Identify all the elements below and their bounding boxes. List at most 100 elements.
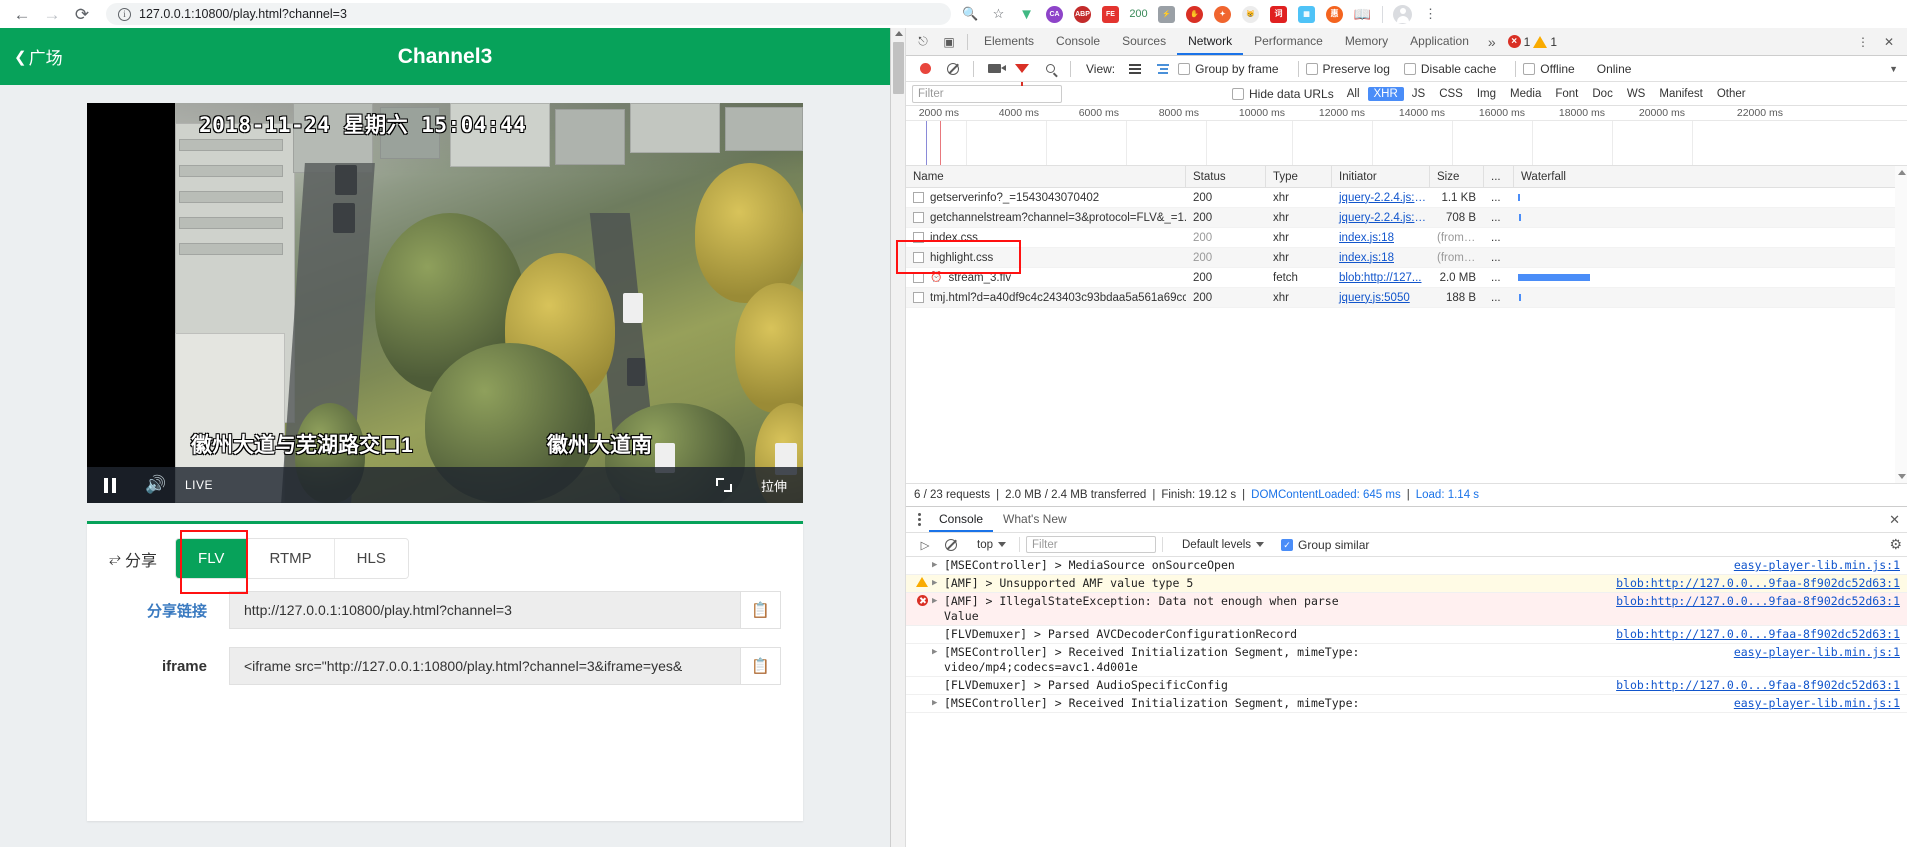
log-source-link[interactable]: blob:http://127.0.0...9faa-8f902dc52d63:…: [1616, 576, 1907, 591]
filter-type-font[interactable]: Font: [1549, 87, 1584, 101]
expand-arrow-icon[interactable]: ▶: [932, 594, 944, 606]
table-row[interactable]: index.css 200 xhr index.js:18 (from ... …: [906, 228, 1907, 248]
capture-screenshots-icon[interactable]: [981, 56, 1007, 82]
log-source-link[interactable]: blob:http://127.0.0...9faa-8f902dc52d63:…: [1616, 627, 1907, 642]
list-view-icon[interactable]: [1122, 56, 1148, 82]
list-item[interactable]: ▶ [MSEController] > MediaSource onSource…: [906, 557, 1907, 575]
iframe-input[interactable]: <iframe src="http://127.0.0.1:10800/play…: [229, 647, 741, 685]
site-info-icon[interactable]: i: [118, 7, 131, 21]
filter-type-js[interactable]: JS: [1406, 87, 1431, 101]
extension-block[interactable]: ✋: [1181, 2, 1208, 26]
extension-fe-helper[interactable]: FE: [1097, 2, 1124, 26]
extension-vue-devtools[interactable]: ▼: [1013, 2, 1040, 26]
back-arrow-icon[interactable]: ←: [8, 2, 36, 26]
extension-orange-circle[interactable]: ✦: [1209, 2, 1236, 26]
share-link-input[interactable]: http://127.0.0.1:10800/play.html?channel…: [229, 591, 741, 629]
back-to-plaza-link[interactable]: ❮ 广场: [14, 44, 63, 69]
disable-cache-box[interactable]: [1403, 62, 1416, 75]
devtools-close-icon[interactable]: ✕: [1876, 29, 1902, 55]
devtools-settings-icon[interactable]: ⋮: [1850, 29, 1876, 55]
execution-context-select[interactable]: top: [970, 538, 1013, 552]
row-checkbox[interactable]: [913, 232, 924, 243]
table-row[interactable]: highlight.css 200 xhr index.js:18 (from …: [906, 248, 1907, 268]
group-similar-checkbox[interactable]: ✓ Group similar: [1281, 538, 1381, 552]
tab-network[interactable]: Network: [1177, 28, 1244, 55]
forward-arrow-icon[interactable]: →: [38, 2, 66, 26]
expand-arrow-icon[interactable]: ▶: [932, 645, 944, 657]
filter-type-other[interactable]: Other: [1711, 87, 1752, 101]
request-initiator[interactable]: blob:http://127...: [1332, 268, 1430, 288]
tab-rtmp[interactable]: RTMP: [247, 539, 335, 578]
disable-cache-checkbox[interactable]: Disable cache: [1403, 62, 1508, 76]
extension-adblock-plus[interactable]: ABP: [1069, 2, 1096, 26]
col-header-status[interactable]: Status: [1186, 165, 1266, 188]
table-row[interactable]: getchannelstream?channel=3&protocol=FLV&…: [906, 208, 1907, 228]
tab-application[interactable]: Application: [1399, 28, 1480, 55]
filter-type-manifest[interactable]: Manifest: [1653, 87, 1708, 101]
console-filter-input[interactable]: Filter: [1026, 536, 1156, 553]
extension-tampermonkey[interactable]: ⚡: [1153, 2, 1180, 26]
search-icon[interactable]: [1037, 56, 1063, 82]
pause-button[interactable]: [87, 467, 133, 503]
star-icon[interactable]: ☆: [985, 2, 1012, 26]
col-header-initiator[interactable]: Initiator: [1332, 165, 1430, 188]
address-bar[interactable]: i 127.0.0.1:10800/play.html?channel=3: [106, 3, 951, 25]
fullscreen-button[interactable]: [701, 467, 747, 503]
list-item[interactable]: [FLVDemuxer] > Parsed AudioSpecificConfi…: [906, 677, 1907, 695]
hide-data-urls-box[interactable]: [1232, 87, 1244, 100]
reload-icon[interactable]: ⟳: [68, 2, 96, 26]
row-checkbox[interactable]: [913, 292, 924, 303]
gear-icon[interactable]: ⚙: [1889, 536, 1902, 553]
row-checkbox[interactable]: [913, 272, 924, 283]
row-checkbox[interactable]: [913, 252, 924, 263]
preserve-log-box[interactable]: [1305, 62, 1318, 75]
group-similar-box[interactable]: ✓: [1281, 538, 1294, 551]
filter-type-doc[interactable]: Doc: [1586, 87, 1618, 101]
hide-data-urls-checkbox[interactable]: Hide data URLs: [1232, 87, 1340, 101]
chevron-double-right-icon[interactable]: »: [1480, 34, 1504, 50]
extension-qr[interactable]: ▦: [1293, 2, 1320, 26]
waterfall-view-icon[interactable]: [1150, 56, 1176, 82]
list-item[interactable]: ▶ [MSEController] > Received Initializat…: [906, 644, 1907, 677]
extension-cat[interactable]: 😸: [1237, 2, 1264, 26]
log-source-link[interactable]: blob:http://127.0.0...9faa-8f902dc52d63:…: [1616, 594, 1907, 609]
stretch-button[interactable]: 拉伸: [761, 476, 787, 495]
drawer-tab-whats-new[interactable]: What's New: [993, 507, 1077, 532]
filter-funnel-icon[interactable]: [1009, 56, 1035, 86]
col-header-name[interactable]: Name: [906, 165, 1186, 188]
tab-memory[interactable]: Memory: [1334, 28, 1399, 55]
log-source-link[interactable]: easy-player-lib.min.js:1: [1734, 696, 1907, 711]
drawer-tab-console[interactable]: Console: [929, 507, 994, 532]
expand-arrow-icon[interactable]: ▶: [932, 696, 944, 708]
filter-type-css[interactable]: CSS: [1433, 87, 1469, 101]
scrollbar-thumb[interactable]: [893, 42, 904, 94]
filter-type-media[interactable]: Media: [1504, 87, 1547, 101]
tab-elements[interactable]: Elements: [973, 28, 1045, 55]
drawer-close-icon[interactable]: ✕: [1889, 512, 1900, 528]
volume-button[interactable]: 🔊: [133, 467, 179, 503]
list-item[interactable]: ▶ [AMF] > Unsupported AMF value type 5 b…: [906, 575, 1907, 593]
log-source-link[interactable]: easy-player-lib.min.js:1: [1734, 558, 1907, 573]
tab-hls[interactable]: HLS: [334, 539, 408, 578]
network-overview[interactable]: 2000 ms 4000 ms 6000 ms 8000 ms 10000 ms…: [906, 106, 1907, 166]
extension-taobao[interactable]: 惠: [1321, 2, 1348, 26]
expand-arrow-icon[interactable]: ▶: [932, 558, 944, 570]
video-player[interactable]: 2018-11-24 星期六 15:04:44 徽州大道与芜湖路交口1 徽州大道…: [87, 103, 803, 503]
extension-status-200[interactable]: 200: [1125, 2, 1152, 26]
avatar-icon[interactable]: [1389, 2, 1416, 26]
network-filter-input[interactable]: Filter: [912, 84, 1062, 103]
extension-search-doc[interactable]: 📖: [1349, 2, 1376, 26]
row-checkbox[interactable]: [913, 192, 924, 203]
col-header-time[interactable]: ...: [1484, 165, 1514, 188]
issue-counts[interactable]: × 1 1: [1507, 35, 1557, 49]
group-by-frame-checkbox[interactable]: Group by frame: [1178, 62, 1290, 76]
copy-iframe-button[interactable]: 📋: [741, 647, 781, 685]
clear-network-button[interactable]: [940, 56, 966, 82]
table-row[interactable]: ⏰ stream_3.flv 200 fetch blob:http://127…: [906, 268, 1907, 288]
copy-share-link-button[interactable]: 📋: [741, 591, 781, 629]
scroll-up-arrow-icon[interactable]: [895, 31, 903, 36]
list-item[interactable]: ▶ [AMF] > IllegalStateException: Data no…: [906, 593, 1907, 626]
request-initiator[interactable]: index.js:18: [1332, 228, 1430, 248]
inspect-cursor-icon[interactable]: ⎋: [910, 29, 936, 55]
offline-checkbox[interactable]: Offline: [1523, 62, 1586, 76]
